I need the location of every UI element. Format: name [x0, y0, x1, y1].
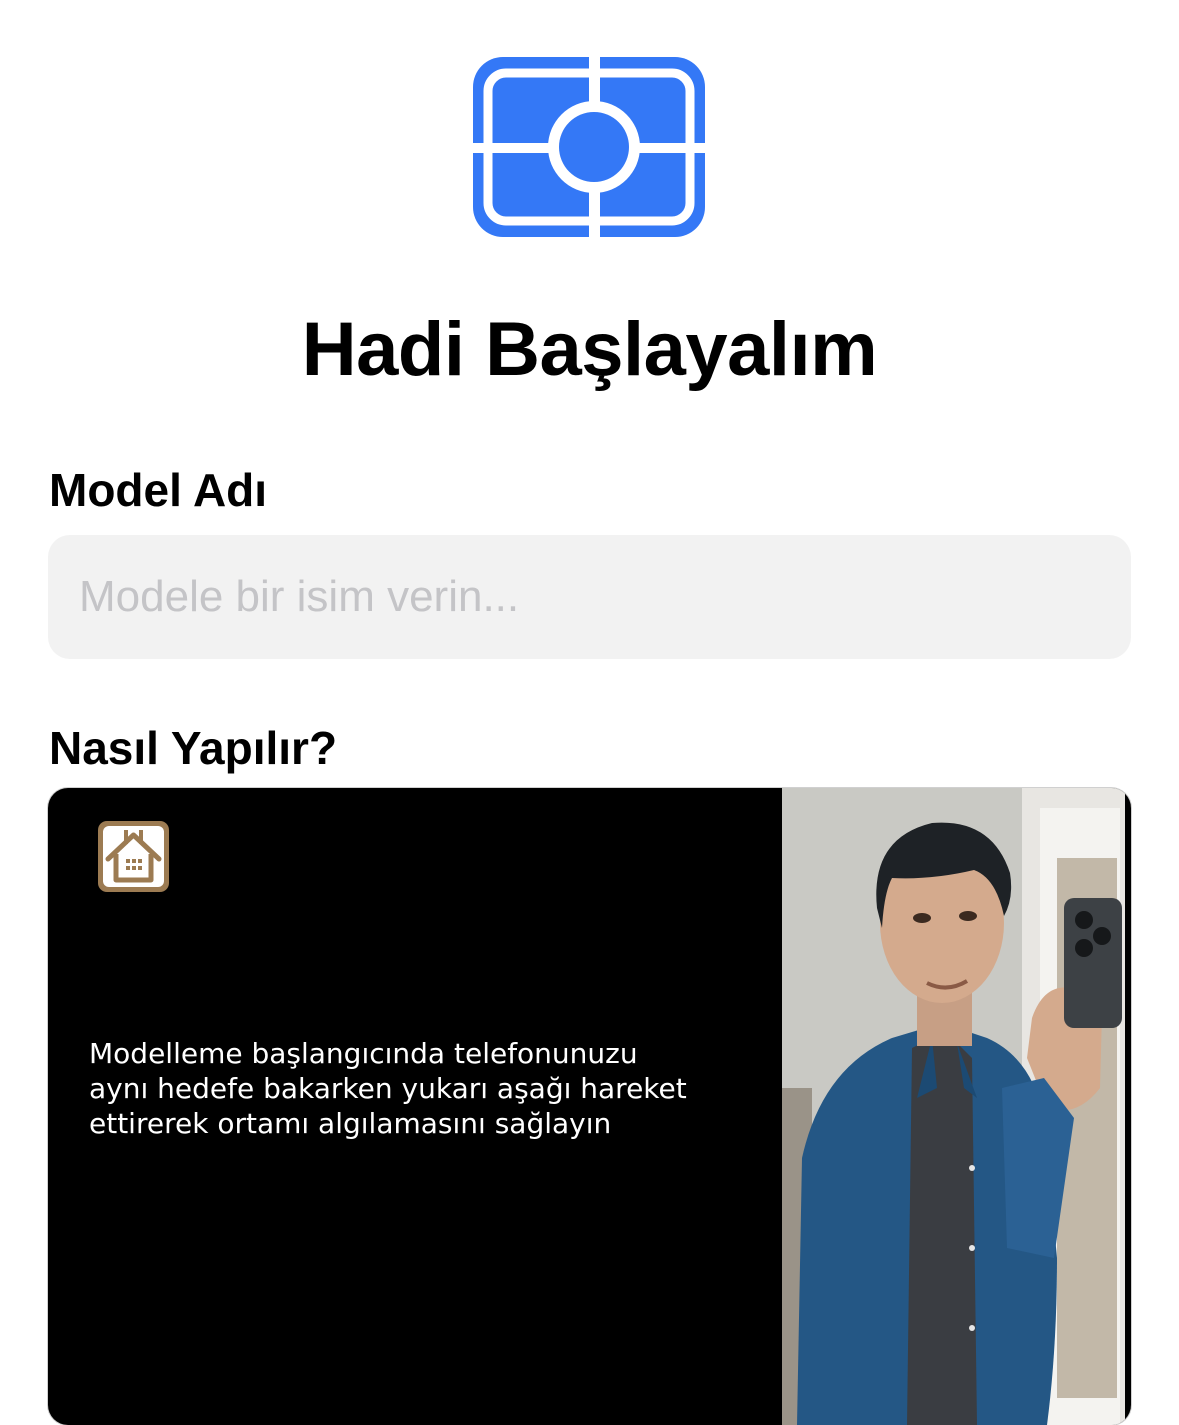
house-icon: [98, 821, 169, 892]
model-name-input[interactable]: [48, 535, 1131, 659]
video-caption: Modelleme başlangıcında telefonunuzu ayn…: [89, 1037, 687, 1140]
page-title: Hadi Başlayalım: [301, 307, 878, 392]
viewfinder-scan-icon: [473, 57, 705, 237]
person-holding-phone-image: [782, 788, 1131, 1425]
model-name-label: Model Adı: [49, 464, 268, 516]
onboarding-screen: Hadi Başlayalım Model Adı Nasıl Yapılır?…: [0, 0, 1179, 1425]
how-to-video[interactable]: Modelleme başlangıcında telefonunuzu ayn…: [48, 788, 1131, 1425]
how-to-label: Nasıl Yapılır?: [49, 722, 338, 774]
